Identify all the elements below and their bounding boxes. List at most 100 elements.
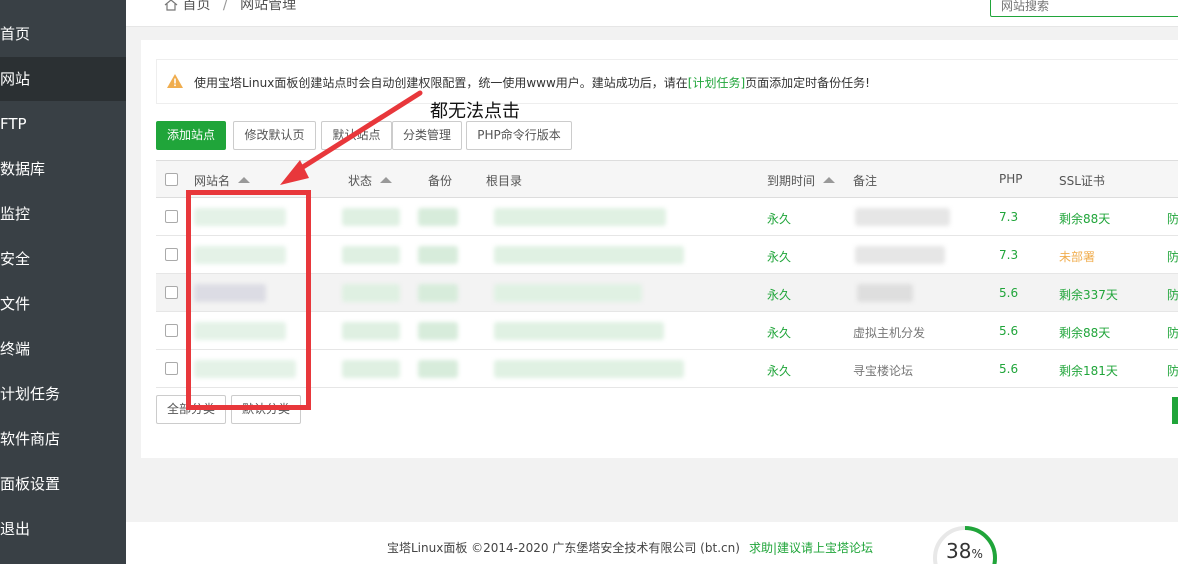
remark-redacted[interactable] bbox=[857, 284, 913, 302]
backup-redacted[interactable] bbox=[418, 284, 458, 302]
sort-up-icon bbox=[238, 177, 251, 183]
header-root: 根目录 bbox=[486, 174, 523, 188]
sidebar-item-monitor[interactable]: 监控 bbox=[0, 192, 126, 236]
footer-copyright: 宝塔Linux面板 ©2014-2020 广东堡塔安全技术有限公司 (bt.cn… bbox=[387, 541, 740, 555]
pagination-edge[interactable] bbox=[1172, 397, 1178, 424]
expire-value[interactable]: 永久 bbox=[767, 210, 791, 227]
ssl-status[interactable]: 剩余337天 bbox=[1059, 286, 1118, 303]
sidebar-item-label: 网站 bbox=[0, 70, 31, 88]
row-checkbox[interactable] bbox=[165, 324, 178, 337]
top-header: 首页 / 网站管理 bbox=[126, 0, 1178, 27]
category-manage-button[interactable]: 分类管理 bbox=[392, 121, 462, 150]
ssl-status[interactable]: 剩余88天 bbox=[1059, 210, 1110, 227]
sidebar-item-files[interactable]: 文件 bbox=[0, 282, 126, 326]
php-version[interactable]: 7.3 bbox=[999, 210, 1018, 224]
expire-value[interactable]: 永久 bbox=[767, 248, 791, 265]
extra-cell[interactable]: 防 bbox=[1167, 248, 1178, 265]
status-redacted[interactable] bbox=[342, 246, 400, 264]
remark-value[interactable]: 寻宝楼论坛 bbox=[853, 362, 913, 379]
sidebar-item-database[interactable]: 数据库 bbox=[0, 147, 126, 191]
sidebar-item-website[interactable]: 网站 bbox=[0, 57, 126, 101]
notice-text: 使用宝塔Linux面板创建站点时会自动创建权限配置，统一使用www用户。建站成功… bbox=[194, 74, 870, 91]
php-version[interactable]: 5.6 bbox=[999, 286, 1018, 300]
site-search-input[interactable] bbox=[991, 0, 1178, 16]
header-status-label: 状态 bbox=[348, 174, 373, 188]
header-site-name-label: 网站名 bbox=[194, 174, 231, 188]
header-backup: 备份 bbox=[428, 174, 453, 188]
breadcrumb-separator: / bbox=[222, 0, 228, 13]
select-all-checkbox[interactable] bbox=[165, 173, 178, 186]
sidebar-item-label: FTP bbox=[0, 115, 27, 133]
root-path-redacted[interactable] bbox=[494, 246, 684, 264]
sidebar-item-home[interactable]: 首页 bbox=[0, 12, 126, 56]
edit-default-page-button[interactable]: 修改默认页 bbox=[233, 121, 316, 150]
sidebar-item-label: 安全 bbox=[0, 250, 31, 268]
sidebar-item-cron[interactable]: 计划任务 bbox=[0, 372, 126, 416]
sidebar-item-security[interactable]: 安全 bbox=[0, 237, 126, 281]
expire-value[interactable]: 永久 bbox=[767, 324, 791, 341]
status-redacted[interactable] bbox=[342, 360, 400, 378]
sidebar-item-label: 面板设置 bbox=[0, 475, 61, 493]
header-expire[interactable]: 到期时间 bbox=[767, 172, 836, 189]
sidebar-item-terminal[interactable]: 终端 bbox=[0, 327, 126, 371]
forum-help-link[interactable]: 求助|建议请上宝塔论坛 bbox=[749, 539, 873, 556]
sidebar-item-store[interactable]: 软件商店 bbox=[0, 417, 126, 461]
sort-up-icon bbox=[823, 177, 836, 183]
root-path-redacted[interactable] bbox=[494, 284, 642, 302]
ssl-status[interactable]: 剩余88天 bbox=[1059, 324, 1110, 341]
sidebar-item-label: 退出 bbox=[0, 520, 31, 538]
extra-cell[interactable]: 防 bbox=[1167, 324, 1178, 341]
row-checkbox[interactable] bbox=[165, 210, 178, 223]
remark-redacted[interactable] bbox=[855, 208, 950, 226]
remark-value[interactable]: 虚拟主机分发 bbox=[853, 324, 925, 341]
php-version[interactable]: 7.3 bbox=[999, 248, 1018, 262]
site-search[interactable] bbox=[990, 0, 1178, 17]
backup-redacted[interactable] bbox=[418, 322, 458, 340]
default-site-button[interactable]: 默认站点 bbox=[321, 121, 392, 150]
row-checkbox[interactable] bbox=[165, 286, 178, 299]
sidebar-item-label: 计划任务 bbox=[0, 385, 61, 403]
php-version[interactable]: 5.6 bbox=[999, 324, 1018, 338]
status-redacted[interactable] bbox=[342, 284, 400, 302]
breadcrumb: 首页 / 网站管理 bbox=[164, 0, 296, 14]
sort-up-icon bbox=[380, 177, 393, 183]
remark-redacted[interactable] bbox=[855, 246, 945, 264]
ssl-status[interactable]: 未部署 bbox=[1059, 248, 1095, 265]
status-redacted[interactable] bbox=[342, 208, 400, 226]
add-site-button[interactable]: 添加站点 bbox=[156, 121, 226, 150]
status-redacted[interactable] bbox=[342, 322, 400, 340]
root-path-redacted[interactable] bbox=[494, 322, 664, 340]
notice-bar: 使用宝塔Linux面板创建站点时会自动创建权限配置，统一使用www用户。建站成功… bbox=[156, 59, 1178, 104]
header-expire-label: 到期时间 bbox=[767, 174, 816, 188]
breadcrumb-current: 网站管理 bbox=[240, 0, 297, 13]
root-path-redacted[interactable] bbox=[494, 360, 684, 378]
php-version[interactable]: 5.6 bbox=[999, 362, 1018, 376]
row-checkbox[interactable] bbox=[165, 362, 178, 375]
header-site-name[interactable]: 网站名 bbox=[194, 172, 251, 189]
annotation-highlight-box bbox=[186, 190, 311, 410]
annotation-caption: 都无法点击 bbox=[430, 101, 520, 122]
cron-task-link[interactable]: [计划任务] bbox=[688, 76, 745, 90]
sidebar-item-label: 文件 bbox=[0, 295, 31, 313]
sidebar-item-logout[interactable]: 退出 bbox=[0, 507, 126, 551]
expire-value[interactable]: 永久 bbox=[767, 286, 791, 303]
backup-redacted[interactable] bbox=[418, 246, 458, 264]
sidebar-item-settings[interactable]: 面板设置 bbox=[0, 462, 126, 506]
row-checkbox[interactable] bbox=[165, 248, 178, 261]
header-php: PHP bbox=[999, 172, 1023, 186]
php-cli-version-button[interactable]: PHP命令行版本 bbox=[466, 121, 572, 150]
header-status[interactable]: 状态 bbox=[348, 172, 393, 189]
extra-cell[interactable]: 防 bbox=[1167, 362, 1178, 379]
root-path-redacted[interactable] bbox=[494, 208, 666, 226]
extra-cell[interactable]: 防 bbox=[1167, 286, 1178, 303]
extra-cell[interactable]: 防 bbox=[1167, 210, 1178, 227]
ssl-status[interactable]: 剩余181天 bbox=[1059, 362, 1118, 379]
breadcrumb-home[interactable]: 首页 bbox=[182, 0, 210, 13]
backup-redacted[interactable] bbox=[418, 208, 458, 226]
backup-redacted[interactable] bbox=[418, 360, 458, 378]
gauge-number: 38 bbox=[946, 539, 972, 563]
sidebar-item-label: 首页 bbox=[0, 25, 31, 43]
expire-value[interactable]: 永久 bbox=[767, 362, 791, 379]
notice-text-after: 页面添加定时备份任务! bbox=[745, 76, 870, 90]
sidebar-item-ftp[interactable]: FTP bbox=[0, 102, 126, 146]
